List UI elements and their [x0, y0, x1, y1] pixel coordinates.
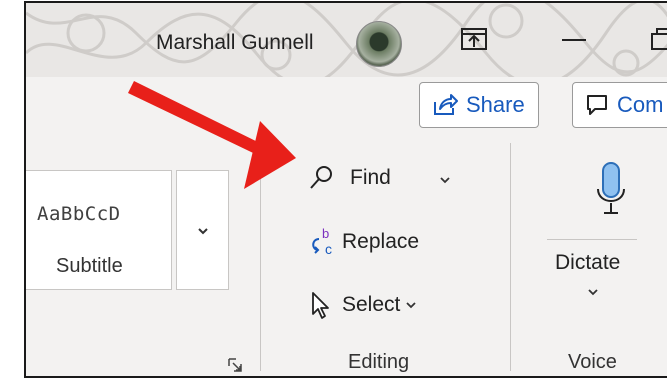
replace-button[interactable]: b c Replace	[306, 227, 419, 257]
account-name[interactable]: Marshall Gunnell	[156, 31, 314, 55]
voice-group-label: Voice	[568, 351, 617, 373]
find-icon	[310, 166, 332, 189]
find-button[interactable]: Find	[306, 163, 391, 193]
svg-text:c: c	[325, 241, 332, 257]
voice-divider	[547, 239, 637, 240]
minimize-button[interactable]	[554, 23, 594, 55]
ribbon-display-options-icon	[461, 28, 487, 50]
comments-label: Com	[617, 92, 664, 117]
style-subtitle-tile[interactable]: AaBbCcD Subtitle	[26, 170, 172, 290]
restore-button[interactable]	[646, 23, 667, 55]
avatar[interactable]	[356, 21, 402, 67]
minimize-icon	[562, 39, 586, 41]
group-separator	[260, 143, 261, 371]
select-label: Select	[342, 293, 401, 316]
title-bar: Marshall Gunnell	[26, 3, 667, 77]
svg-text:b: b	[322, 227, 329, 241]
select-button[interactable]: Select	[306, 290, 418, 320]
command-row: Share Com	[26, 77, 667, 139]
word-window: Marshall Gunnell Share Com AaBbCcD Subti…	[24, 1, 667, 378]
ribbon-display-options-button[interactable]	[454, 23, 494, 55]
comments-button[interactable]: Com	[572, 82, 667, 128]
editing-group-label: Editing	[348, 351, 410, 373]
dictate-label: Dictate	[555, 251, 621, 274]
find-label: Find	[350, 166, 391, 189]
style-name: Subtitle	[56, 255, 123, 277]
share-button[interactable]: Share	[419, 82, 539, 128]
group-separator	[510, 143, 511, 371]
chevron-down-icon	[198, 228, 208, 235]
replace-icon: b c	[312, 227, 332, 257]
share-icon	[434, 94, 458, 115]
style-sample-text: AaBbCcD	[37, 203, 121, 225]
select-dropdown-icon	[406, 302, 417, 309]
share-label: Share	[466, 92, 525, 117]
ribbon: AaBbCcD Subtitle Find b c Replace Select…	[26, 139, 667, 376]
styles-more-button[interactable]	[176, 170, 229, 290]
find-dropdown-icon[interactable]	[438, 175, 452, 185]
microphone-icon	[597, 162, 625, 214]
replace-label: Replace	[342, 230, 420, 253]
comment-icon	[587, 95, 607, 115]
dictate-button[interactable]	[542, 153, 642, 323]
dialog-launcher-icon[interactable]	[228, 358, 242, 372]
select-cursor-icon	[312, 292, 329, 319]
restore-icon	[651, 28, 667, 50]
chevron-down-icon	[588, 289, 598, 296]
